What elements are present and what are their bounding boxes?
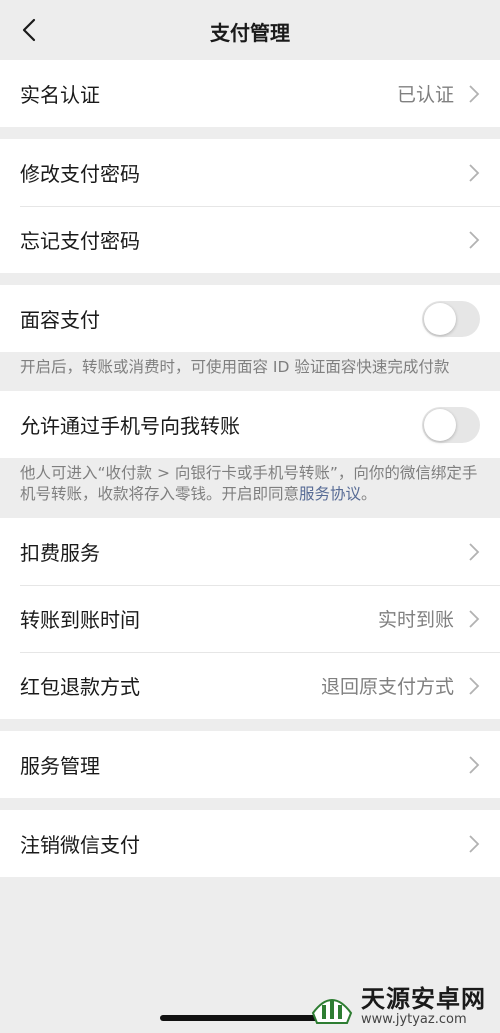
face-pay-group: 面容支付 [0,285,500,352]
refund-method-value: 退回原支付方式 [320,676,454,698]
service-manage-label: 服务管理 [20,754,100,778]
watermark: 天源安卓网 www.jytyaz.com [309,983,486,1029]
phone-transfer-description: 他人可进入“收付款 > 向银行卡或手机号转账”，向你的微信绑定手机号转账，收款将… [0,458,500,518]
forgot-password-item[interactable]: 忘记支付密码 [0,206,500,273]
arrival-time-value: 实时到账 [377,609,454,631]
cancel-wechat-pay-label: 注销微信支付 [20,833,140,857]
chevron-right-icon [469,542,480,561]
change-password-label: 修改支付密码 [20,162,140,186]
navigation-bar: 支付管理 [0,0,500,60]
chevron-right-icon [469,230,480,249]
page-title: 支付管理 [210,21,290,45]
real-name-label: 实名认证 [20,83,100,107]
phone-transfer-label: 允许通过手机号向我转账 [20,414,240,438]
cancel-wechat-pay-item[interactable]: 注销微信支付 [0,810,500,877]
face-pay-description: 开启后，转账或消费时，可使用面容 ID 验证面容快速完成付款 [0,352,500,391]
watermark-url: www.jytyaz.com [361,1012,467,1027]
phone-transfer-desc-text: 他人可进入“收付款 > 向银行卡或手机号转账”，向你的微信绑定手机号转账，收款将… [20,464,478,503]
red-packet-refund-item[interactable]: 红包退款方式 退回原支付方式 [0,652,500,719]
verification-group: 实名认证 已认证 [0,60,500,127]
cancel-pay-group: 注销微信支付 [0,810,500,877]
chevron-right-icon [469,755,480,774]
face-pay-label: 面容支付 [20,308,100,332]
change-password-item[interactable]: 修改支付密码 [0,139,500,206]
phone-transfer-desc-end: 。 [361,485,377,503]
refund-method-label: 红包退款方式 [20,675,140,699]
password-group: 修改支付密码 忘记支付密码 [0,139,500,273]
phone-transfer-group: 允许通过手机号向我转账 [0,391,500,458]
service-agreement-link[interactable]: 服务协议 [299,485,361,503]
chevron-right-icon [469,84,480,103]
deduction-service-item[interactable]: 扣费服务 [0,518,500,585]
watermark-title: 天源安卓网 [361,985,486,1013]
services-group: 扣费服务 转账到账时间 实时到账 红包退款方式 退回原支付方式 [0,518,500,719]
chevron-right-icon [469,163,480,182]
arrival-time-label: 转账到账时间 [20,608,140,632]
deduction-service-label: 扣费服务 [20,541,100,565]
verification-status: 已认证 [396,84,454,106]
service-manage-item[interactable]: 服务管理 [0,731,500,798]
chevron-right-icon [469,834,480,853]
forgot-password-label: 忘记支付密码 [20,229,140,253]
transfer-arrival-time-item[interactable]: 转账到账时间 实时到账 [0,585,500,652]
chevron-right-icon [469,609,480,628]
phone-transfer-toggle[interactable] [422,406,480,443]
face-pay-item: 面容支付 [0,285,500,352]
watermark-logo-icon [311,999,353,1024]
phone-transfer-item: 允许通过手机号向我转账 [0,391,500,458]
face-pay-toggle[interactable] [422,300,480,337]
service-manage-group: 服务管理 [0,731,500,798]
chevron-right-icon [469,676,480,695]
real-name-verification-item[interactable]: 实名认证 已认证 [0,60,500,127]
